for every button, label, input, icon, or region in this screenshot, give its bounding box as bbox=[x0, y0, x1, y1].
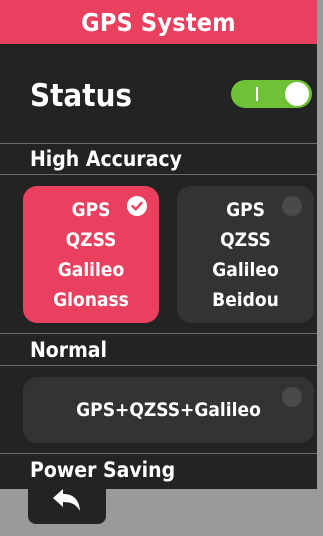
option-card-high-accuracy-beidou[interactable]: GPS QZSS Galileo Beidou bbox=[177, 186, 314, 323]
option-line: GPS bbox=[226, 198, 265, 221]
section-title-high-accuracy: High Accuracy bbox=[30, 147, 182, 171]
page-title: GPS System bbox=[81, 7, 236, 37]
option-card-normal[interactable]: GPS+QZSS+Galileo bbox=[23, 377, 314, 443]
option-line: QZSS bbox=[220, 228, 271, 251]
divider bbox=[0, 143, 317, 144]
option-line: Galileo bbox=[57, 258, 125, 281]
back-button[interactable] bbox=[28, 478, 106, 524]
toggle-knob bbox=[285, 82, 309, 106]
option-line: QZSS bbox=[65, 228, 117, 251]
selected-check-icon bbox=[127, 196, 147, 216]
status-label: Status bbox=[30, 78, 133, 114]
option-line: Galileo bbox=[212, 258, 279, 281]
option-line: GPS bbox=[71, 198, 111, 221]
device-edge bbox=[317, 0, 323, 536]
option-card-high-accuracy-glonass[interactable]: GPS QZSS Galileo Glonass bbox=[23, 186, 159, 323]
divider bbox=[0, 365, 317, 366]
divider bbox=[0, 333, 317, 334]
option-line: Glonass bbox=[53, 288, 129, 311]
option-label: GPS+QZSS+Galileo bbox=[76, 399, 261, 421]
page-header: GPS System bbox=[0, 0, 317, 44]
radio-unselected-icon bbox=[282, 196, 302, 216]
option-line: Beidou bbox=[212, 288, 279, 311]
radio-unselected-icon bbox=[282, 387, 302, 407]
status-toggle[interactable] bbox=[231, 80, 312, 108]
divider bbox=[0, 453, 317, 454]
back-arrow-icon bbox=[53, 489, 80, 511]
section-title-normal: Normal bbox=[30, 338, 108, 362]
divider bbox=[0, 174, 317, 175]
toggle-on-mark-icon bbox=[256, 87, 258, 101]
